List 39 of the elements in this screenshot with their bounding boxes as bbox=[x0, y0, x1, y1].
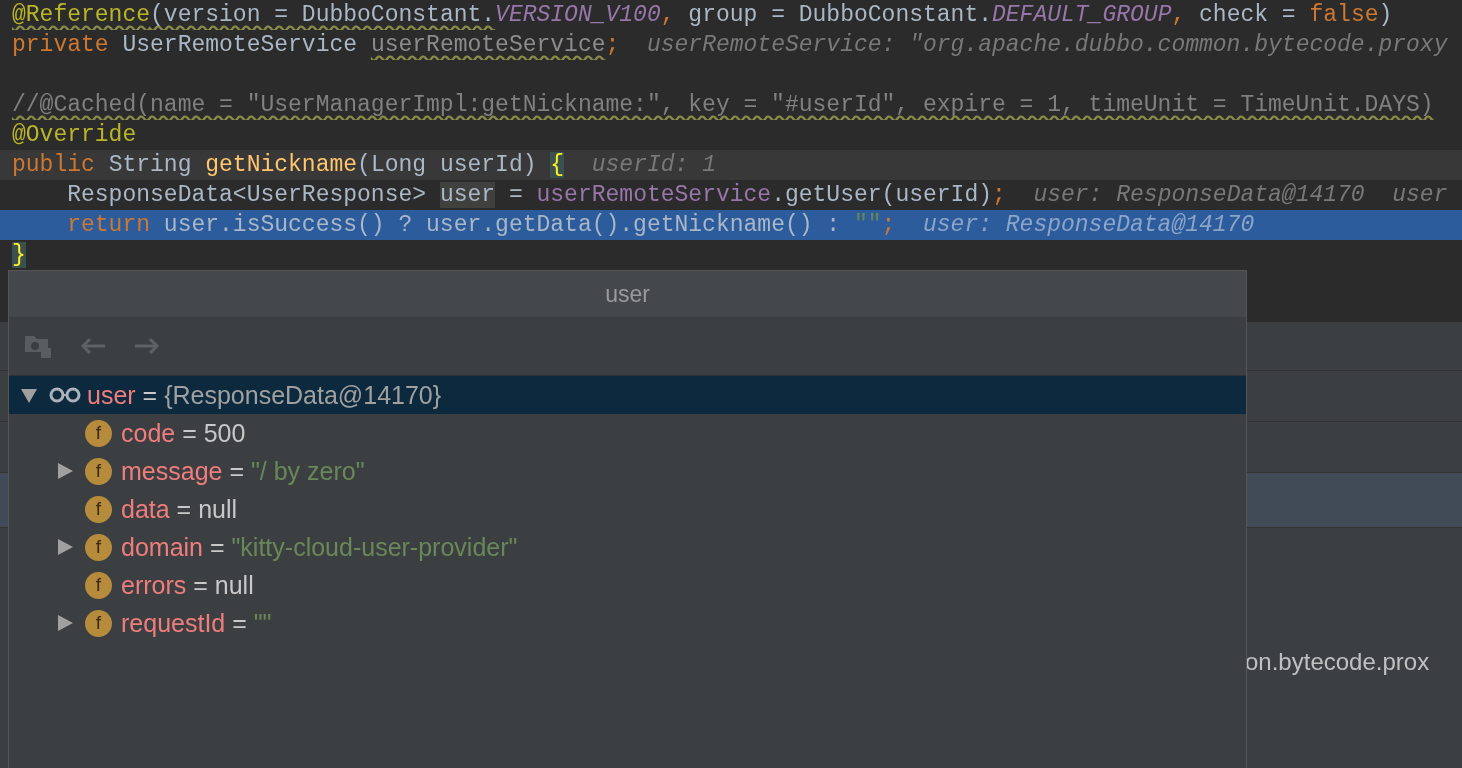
tree-row[interactable]: f data = null bbox=[9, 490, 1246, 528]
tree-row[interactable]: f requestId = "" bbox=[9, 604, 1246, 642]
inline-hint: user: ResponseData@14170 bbox=[1033, 182, 1365, 208]
glasses-icon bbox=[49, 387, 81, 403]
tree-row[interactable]: f domain = "kitty-cloud-user-provider" bbox=[9, 528, 1246, 566]
collapsed-arrow-icon[interactable] bbox=[56, 538, 74, 556]
code-line: public String getNickname(Long userId) { bbox=[12, 152, 565, 178]
field-entry: requestId = "" bbox=[121, 608, 272, 638]
inline-hint: user: ResponseData@14170 bbox=[922, 212, 1255, 238]
field-icon: f bbox=[85, 609, 112, 637]
tree-row[interactable]: f message = "/ by zero" bbox=[9, 452, 1246, 490]
field-entry: code = 500 bbox=[121, 418, 246, 448]
code-line: ResponseData<UserResponse> user = userRemoteService.getUser(userId); bbox=[66, 182, 1006, 208]
tree-row[interactable]: user = {ResponseData@14170} bbox=[9, 376, 1246, 414]
code-line: //@Cached(name = "UserManagerImpl:getNickname:", key = "#userId", expire = 1, timeUnit = TimeUnit.DAYS) bbox=[12, 92, 1434, 118]
field-entry: data = null bbox=[121, 494, 238, 524]
inline-hint: userId: 1 bbox=[591, 152, 716, 178]
field-entry: domain = "kitty-cloud-user-provider" bbox=[121, 532, 518, 562]
collapsed-arrow-icon[interactable] bbox=[56, 462, 74, 480]
code-line: @Override bbox=[12, 122, 137, 148]
field-icon: f bbox=[85, 457, 112, 485]
field-icon: f bbox=[85, 571, 112, 599]
field-icon: f bbox=[85, 419, 112, 447]
popup-title: user bbox=[605, 280, 650, 308]
variable-value: on.bytecode.prox bbox=[1244, 648, 1431, 676]
code-line: private UserRemoteService userRemoteService; bbox=[12, 32, 620, 58]
collapsed-arrow-icon[interactable] bbox=[56, 614, 74, 632]
variable-entry: user = {ResponseData@14170} bbox=[87, 380, 442, 410]
field-entry: errors = null bbox=[121, 570, 254, 600]
inline-hint: userRemoteService: "org.apache.dubbo.common.bytecode.proxy bbox=[646, 32, 1448, 58]
tree-row[interactable]: f errors = null bbox=[9, 566, 1246, 604]
tree-row[interactable]: f code = 500 bbox=[9, 414, 1246, 452]
field-entry: message = "/ by zero" bbox=[121, 456, 365, 486]
field-icon: f bbox=[85, 533, 112, 561]
code-line: return user.isSuccess() ? user.getData().getNickname() : ""; bbox=[66, 212, 896, 238]
inline-hint: user bbox=[1392, 182, 1448, 208]
code-line: @Reference(version = DubboConstant.VERSION_V100, group = DubboConstant.DEFAULT_GROUP, check = false) bbox=[12, 2, 1393, 28]
field-icon: f bbox=[85, 495, 112, 523]
expanded-arrow-icon[interactable] bbox=[20, 386, 38, 404]
